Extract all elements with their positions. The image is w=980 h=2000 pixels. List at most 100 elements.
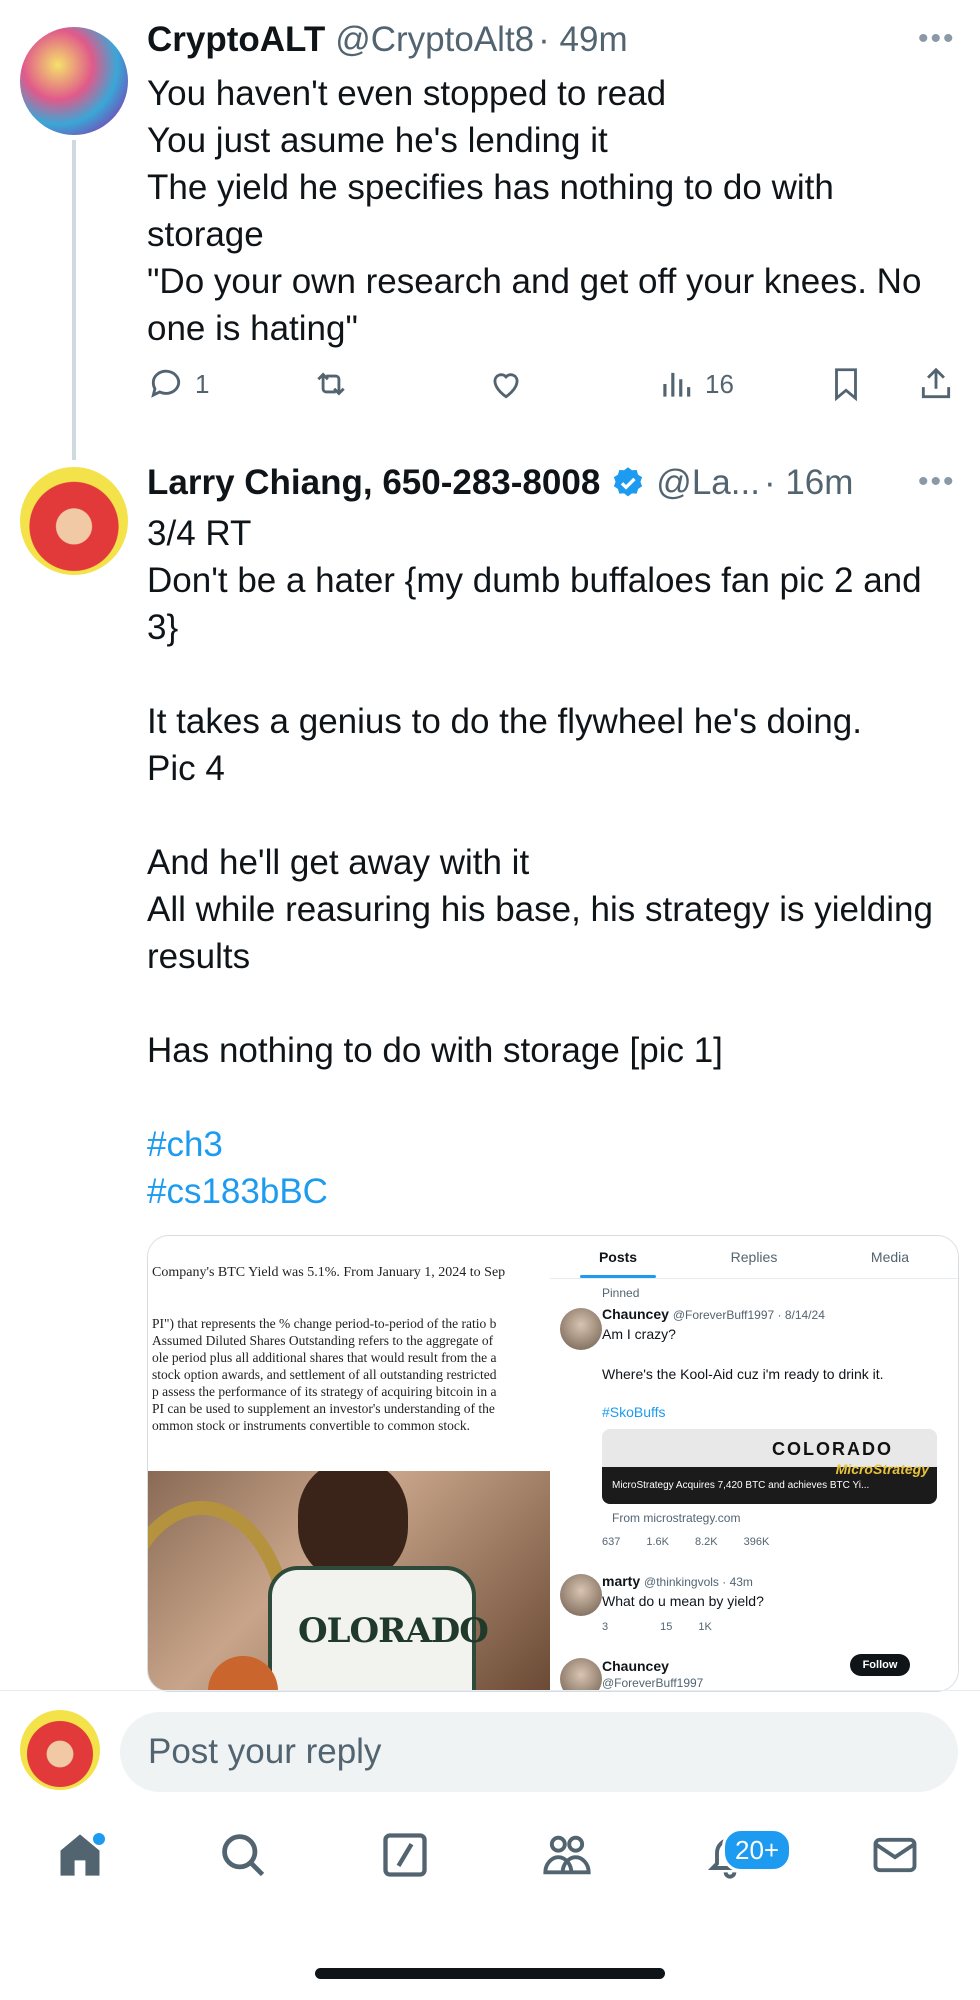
tweet1-like-button[interactable] (487, 365, 525, 403)
screenshot-post1-line1: Am I crazy? (602, 1326, 676, 1342)
nav-search[interactable] (208, 1820, 278, 1890)
tweet1-text: You haven't even stopped to read You jus… (147, 70, 937, 352)
reply-input[interactable] (120, 1712, 958, 1792)
tweet1-author-name[interactable]: CryptoALT (147, 20, 325, 60)
screenshot-post2-name: marty (602, 1573, 641, 1589)
tweet2-text: 3/4 RT Don't be a hater {my dumb buffalo… (147, 510, 937, 1215)
reply-icon (151, 369, 181, 398)
tweet2-body: 3/4 RT Don't be a hater {my dumb buffalo… (147, 514, 933, 1070)
screenshot-post1-stats: 637 1.6K 8.2K 396K (602, 1536, 769, 1548)
tweet1-reply-count: 1 (195, 368, 210, 399)
screenshot-post3-handle: @ForeverBuff1997 (602, 1676, 704, 1690)
tweet1-bookmark-button[interactable] (827, 365, 865, 403)
tweet1-reply-button[interactable]: 1 (147, 365, 209, 403)
home-unread-dot (93, 1833, 105, 1845)
grok-icon (383, 1833, 427, 1877)
tweet1-header: CryptoALT @CryptoAlt8 · 49m (147, 20, 628, 60)
composer-divider (0, 1690, 980, 1691)
screenshot-post3-name: Chauncey (602, 1658, 669, 1674)
card-source: From microstrategy.com (612, 1511, 741, 1525)
tweet1-line-2: You just asume he's lending it (147, 121, 608, 160)
nav-communities[interactable] (532, 1820, 602, 1890)
tweet2-author-name[interactable]: Larry Chiang, 650-283-8008 (147, 463, 600, 503)
document-text: Company's BTC Yield was 5.1%. From Janua… (148, 1236, 550, 1434)
document-line: Assumed Diluted Shares Outstanding refer… (152, 1333, 494, 1348)
thread-connector-line (72, 140, 76, 460)
screenshot-avatar (560, 1658, 602, 1691)
screenshot-avatar (560, 1308, 602, 1350)
screenshot-post2-header: marty @thinkingvols · 43m (602, 1573, 753, 1589)
home-indicator[interactable] (315, 1968, 665, 1979)
tweet2-media-grid[interactable]: Company's BTC Yield was 5.1%. From Janua… (147, 1235, 959, 1692)
stat-replies: 637 (602, 1536, 621, 1548)
tweet1-author-handle[interactable]: @CryptoAlt8 (335, 20, 534, 60)
tweet1-retweet-button[interactable] (312, 365, 350, 403)
tweet2-author-handle[interactable]: @La... (656, 463, 760, 503)
screenshot-post2-handle: @thinkingvols · 43m (644, 1575, 753, 1589)
tweet2-more-icon[interactable]: ••• (918, 465, 956, 499)
stat-likes: 8.2K (695, 1536, 718, 1548)
tweet1-views-button[interactable]: 16 (657, 365, 734, 403)
bookmark-icon (835, 368, 857, 402)
retweet-icon (317, 372, 345, 396)
tweet1-timestamp[interactable]: · 49m (538, 20, 627, 60)
screenshot-tab-replies: Replies (730, 1249, 778, 1265)
hashtag-link[interactable]: #ch3 (147, 1125, 223, 1164)
notifications-badge: 20+ (722, 1828, 793, 1872)
tweet1-share-button[interactable] (917, 365, 955, 403)
bottom-navigation (0, 1820, 980, 1910)
tweet1-line-3: The yield he specifies has nothing to do… (147, 168, 844, 254)
player-head (298, 1471, 408, 1581)
avatar-cryptoalt[interactable] (20, 27, 128, 135)
screenshot-tabs: Posts Replies Media (550, 1236, 958, 1279)
nav-messages[interactable] (860, 1820, 930, 1890)
card-banner: MicroStrategy MicroStrategy Acquires 7,4… (602, 1461, 937, 1504)
hashtag-link[interactable]: #cs183bBC (147, 1172, 328, 1211)
mail-icon (873, 1837, 917, 1873)
tweet2-header: Larry Chiang, 650-283-8008 @La... · 16m (147, 463, 853, 503)
media-pic-profile-screenshot[interactable]: Posts Replies Media Pinned Chauncey @For… (550, 1236, 958, 1691)
avatar-larry-chiang[interactable] (20, 467, 128, 575)
screenshot-tab-media: Media (870, 1249, 910, 1265)
screenshot-tab-posts: Posts (550, 1236, 686, 1278)
document-line: ole period plus all additional shares th… (152, 1350, 497, 1365)
screenshot-post2-stats: 3 15 1K (602, 1621, 712, 1633)
verified-badge-icon (614, 467, 643, 497)
media-pic-basketball-player[interactable]: OLORADO (148, 1471, 550, 1691)
nav-home[interactable] (45, 1820, 115, 1890)
jersey-lettering: OLORADO (298, 1611, 489, 1651)
tweet1-view-count: 16 (705, 368, 734, 399)
card-title: MicroStrategy Acquires 7,420 BTC and ach… (612, 1480, 870, 1491)
nav-grok[interactable] (370, 1820, 440, 1890)
screenshot-post2-text: What do u mean by yield? (602, 1593, 764, 1609)
document-line: stock option awards, and settlement of a… (152, 1367, 497, 1382)
screenshot-post1-hashtag: #SkoBuffs (602, 1404, 666, 1420)
document-line: PI can be used to supplement an investor… (152, 1401, 495, 1416)
stat-likes: 15 (660, 1621, 673, 1633)
tweet1-line-1: You haven't even stopped to read (147, 74, 667, 113)
reply-composer[interactable] (120, 1712, 958, 1792)
media-pic-document[interactable]: Company's BTC Yield was 5.1%. From Janua… (148, 1236, 550, 1471)
document-line: p assess the performance of its strategy… (152, 1384, 497, 1399)
card-brand: MicroStrategy (835, 1461, 929, 1477)
communities-icon (543, 1835, 591, 1875)
screenshot-post1-name: Chauncey (602, 1306, 669, 1322)
stat-replies: 3 (602, 1621, 609, 1633)
tweet2-timestamp[interactable]: · 16m (764, 463, 853, 503)
screenshot-avatar (560, 1574, 602, 1616)
views-bar-chart-icon (663, 372, 691, 397)
document-line: PI") that represents the % change period… (152, 1316, 497, 1331)
stat-retweets: 1.6K (646, 1536, 669, 1548)
tweet1-line-4: "Do your own research and get off your k… (147, 262, 932, 348)
screenshot-link-card: COLORADO MicroStrategy MicroStrategy Acq… (602, 1429, 937, 1504)
composer-avatar[interactable] (20, 1710, 100, 1790)
stat-views: 1K (698, 1621, 712, 1633)
document-line: ommon stock or instruments convertible t… (152, 1418, 470, 1433)
document-line: Company's BTC Yield was 5.1%. From Janua… (152, 1265, 506, 1280)
card-logo: COLORADO (772, 1439, 893, 1459)
tweet1-actions: 1 16 (147, 365, 957, 415)
share-icon (921, 367, 951, 399)
screenshot-post1-header: Chauncey @ForeverBuff1997 · 8/14/24 (602, 1306, 825, 1322)
tweet1-more-icon[interactable]: ••• (918, 22, 956, 56)
